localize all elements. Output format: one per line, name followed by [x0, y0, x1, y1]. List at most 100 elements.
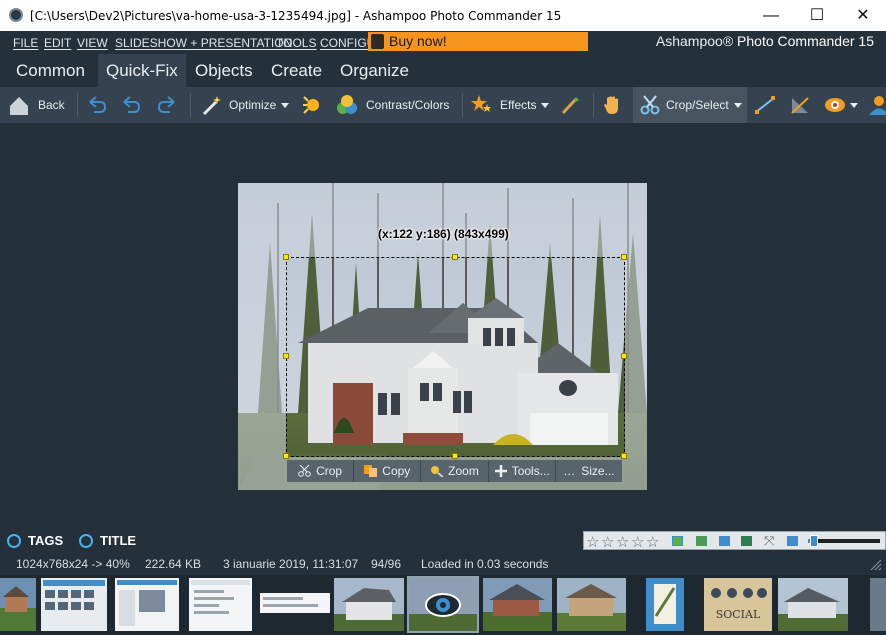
thumbnail[interactable]: [0, 578, 36, 631]
line-icon: [755, 96, 775, 114]
thumbnail-selected[interactable]: [407, 576, 479, 633]
straighten-button[interactable]: [752, 87, 778, 123]
app-icon[interactable]: [9, 8, 23, 22]
thumbnail[interactable]: [41, 578, 107, 631]
thumbnail[interactable]: [334, 578, 404, 631]
redo-button[interactable]: [154, 87, 180, 123]
image-icon[interactable]: [741, 536, 752, 546]
red-eye-button[interactable]: [822, 87, 862, 123]
eye-icon: [409, 578, 477, 631]
crop-handle-top[interactable]: [452, 254, 458, 260]
crop-handle-top-right[interactable]: [621, 254, 627, 260]
star-icon[interactable]: ☆: [586, 533, 599, 551]
crop-selection[interactable]: [286, 257, 625, 457]
home-icon: [10, 97, 28, 115]
thumbnail[interactable]: [646, 578, 684, 631]
thumbnail[interactable]: [115, 578, 179, 631]
crop-action-bar: Crop Copy Zoom Tools... … Size...: [287, 460, 622, 482]
optimize-label: Optimize: [229, 98, 277, 112]
crop-handle-top-left[interactable]: [283, 254, 289, 260]
hand-icon: [604, 96, 618, 114]
resize-grip-icon[interactable]: [869, 558, 882, 571]
copy-button[interactable]: Copy: [354, 460, 422, 482]
crop-handle-right[interactable]: [621, 353, 627, 359]
crop-handle-bottom-right[interactable]: [621, 453, 627, 459]
crop-button[interactable]: Crop: [287, 460, 355, 482]
fullscreen-icon[interactable]: ⤧: [764, 533, 774, 549]
tab-common[interactable]: Common: [8, 54, 93, 87]
toolbar-separator: [190, 93, 191, 117]
hand-tool-button[interactable]: [600, 87, 628, 123]
thumbnail[interactable]: [870, 578, 886, 631]
thumbnail[interactable]: [778, 578, 848, 631]
person-icon: [869, 96, 886, 115]
tab-create[interactable]: Create: [263, 54, 330, 87]
brush-button[interactable]: [557, 87, 583, 123]
portrait-button[interactable]: [866, 87, 886, 123]
title-bar: [C:\Users\Dev2\Pictures\va-home-usa-3-12…: [0, 0, 886, 31]
thumbnail[interactable]: [260, 593, 330, 613]
image-icon[interactable]: [696, 536, 707, 546]
zoom-slider-handle[interactable]: [810, 535, 818, 547]
triangle-icon: [791, 97, 809, 114]
star-icon[interactable]: ☆: [631, 533, 644, 551]
tab-objects[interactable]: Objects: [187, 54, 261, 87]
monitor-icon[interactable]: [787, 536, 798, 546]
perspective-button[interactable]: [787, 87, 813, 123]
title-panel-toggle[interactable]: TITLE: [74, 530, 142, 552]
back-label: Back: [38, 98, 65, 112]
status-filesize: 222.64 KB: [145, 557, 202, 571]
undo-button[interactable]: [84, 87, 110, 123]
zoom-button[interactable]: Zoom: [421, 460, 489, 482]
buy-now-button[interactable]: Buy now!: [368, 32, 588, 51]
thumbnail[interactable]: [557, 578, 626, 631]
image-icon[interactable]: [719, 536, 730, 546]
back-button[interactable]: Back: [8, 87, 72, 123]
size-button[interactable]: … Size...: [556, 460, 622, 482]
undo-icon: [89, 96, 107, 113]
maximize-button[interactable]: ☐: [794, 0, 840, 31]
copy-button-label: Copy: [382, 464, 411, 478]
toolbar-separator: [77, 93, 78, 117]
crop-select-button[interactable]: Crop/Select: [633, 87, 747, 123]
star-icon[interactable]: ☆: [646, 533, 659, 551]
brand-name: Photo Commander 15: [737, 33, 874, 49]
menu-slideshow[interactable]: SLIDESHOW + PRESENTATION: [115, 36, 292, 50]
tab-quick-fix[interactable]: Quick-Fix: [98, 54, 186, 87]
minimize-button[interactable]: —: [748, 0, 794, 31]
zoom-slider[interactable]: [808, 539, 880, 543]
close-button[interactable]: ✕: [840, 0, 886, 31]
thumbnail[interactable]: [483, 578, 552, 631]
menu-view[interactable]: VIEW: [77, 36, 108, 50]
crop-select-label: Crop/Select: [666, 98, 729, 112]
brightness-button[interactable]: [298, 87, 324, 123]
thumbnail[interactable]: SOCIAL: [704, 578, 772, 631]
optimize-button[interactable]: Optimize: [198, 87, 293, 123]
menu-edit[interactable]: EDIT: [44, 36, 71, 50]
crop-handle-left[interactable]: [283, 353, 289, 359]
ellipsis-icon: …: [563, 464, 576, 478]
image-icon[interactable]: [672, 536, 683, 546]
menu-file[interactable]: FILE: [13, 36, 38, 50]
tags-panel-toggle[interactable]: TAGS: [2, 530, 72, 552]
thumbnail[interactable]: [189, 578, 252, 631]
magic-wand-icon: [202, 96, 221, 116]
menu-tools[interactable]: TOOLS: [276, 36, 316, 50]
title-label: TITLE: [100, 533, 137, 548]
effects-button[interactable]: Effects: [469, 87, 553, 123]
chevron-down-icon: [850, 103, 858, 108]
tab-organize[interactable]: Organize: [332, 54, 417, 87]
tools-button[interactable]: Tools...: [489, 460, 556, 482]
status-dimensions: 1024x768x24 -> 40%: [16, 557, 130, 571]
magnifier-icon: [431, 466, 444, 477]
crop-info-label: (x:122 y:186) (843x499): [378, 227, 509, 241]
crop-handle-bottom[interactable]: [452, 453, 458, 459]
crop-handle-bottom-left[interactable]: [283, 453, 289, 459]
brand-prefix: Ashampoo®: [655, 33, 734, 49]
contrast-colors-button[interactable]: Contrast/Colors: [334, 87, 456, 123]
star-icon[interactable]: ☆: [601, 533, 614, 551]
toolbar: Back Optimize Contrast/Colors Effects Cr…: [0, 87, 886, 123]
radio-icon: [79, 534, 93, 548]
undo-step-button[interactable]: [118, 87, 144, 123]
star-icon[interactable]: ☆: [616, 533, 629, 551]
